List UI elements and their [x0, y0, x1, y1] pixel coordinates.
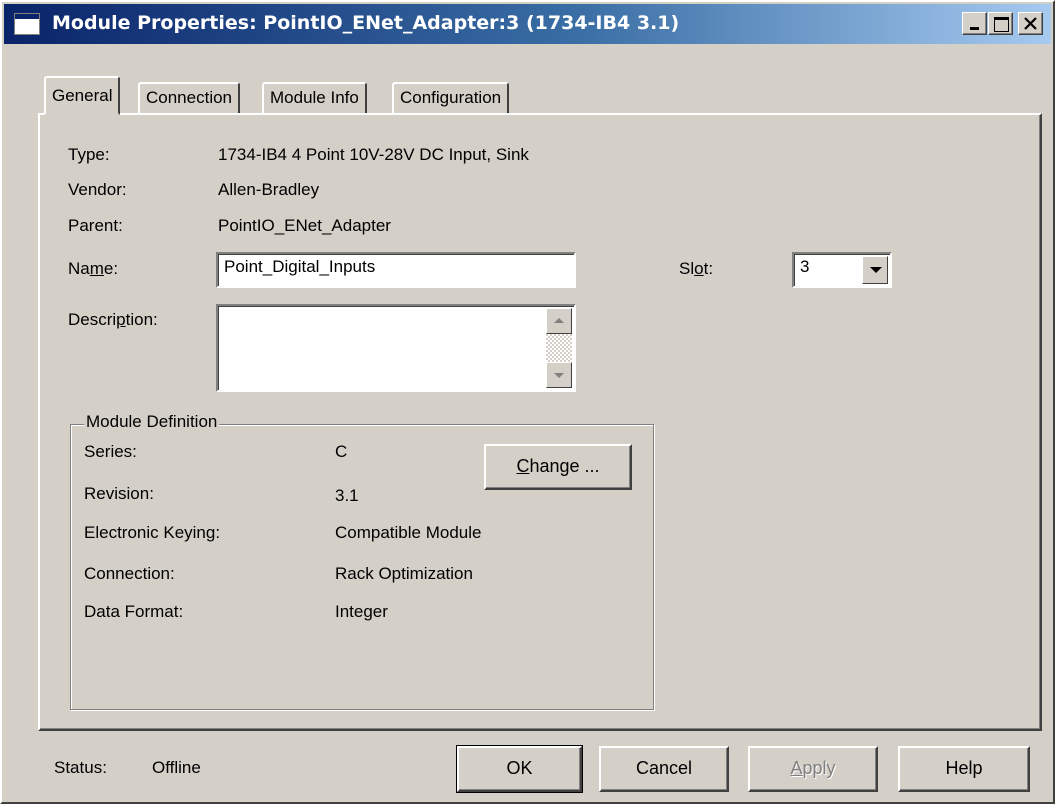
- cancel-button[interactable]: Cancel: [599, 746, 729, 792]
- electronic-keying-label: Electronic Keying:: [84, 523, 221, 542]
- type-label: Type:: [68, 145, 110, 164]
- close-icon: [1024, 17, 1037, 30]
- apply-button[interactable]: Apply: [748, 746, 878, 792]
- module-properties-dialog: Module Properties: PointIO_ENet_Adapter:…: [0, 0, 1055, 804]
- tab-general[interactable]: General: [44, 76, 121, 115]
- scroll-up-icon[interactable]: [546, 308, 572, 334]
- tab-module-info-label: Module Info: [270, 88, 359, 107]
- vendor-value: Allen-Bradley: [218, 180, 320, 199]
- ok-button[interactable]: OK: [456, 745, 583, 793]
- connection-label: Connection:: [84, 564, 175, 583]
- minimize-button[interactable]: [962, 12, 987, 35]
- series-label: Series:: [84, 442, 137, 461]
- scroll-down-icon[interactable]: [546, 362, 572, 388]
- vendor-label: Vendor:: [68, 180, 127, 199]
- parent-label: Parent:: [68, 216, 123, 235]
- help-button[interactable]: Help: [898, 746, 1030, 792]
- change-button[interactable]: Change ...: [484, 444, 632, 490]
- name-label: Name:: [68, 259, 119, 278]
- tab-configuration[interactable]: Configuration: [392, 82, 510, 115]
- description-textarea[interactable]: [216, 304, 576, 392]
- slot-select[interactable]: 3: [792, 252, 892, 288]
- close-button[interactable]: [1018, 12, 1043, 35]
- data-format-label: Data Format:: [84, 602, 184, 621]
- tab-configuration-label: Configuration: [400, 88, 502, 107]
- description-scrollbar[interactable]: [546, 308, 572, 388]
- name-input-value: Point_Digital_Inputs: [224, 257, 376, 276]
- window-title: Module Properties: PointIO_ENet_Adapter:…: [52, 12, 680, 34]
- status-label: Status:: [54, 758, 107, 777]
- maximize-button[interactable]: [988, 12, 1013, 35]
- revision-label: Revision:: [84, 484, 154, 503]
- electronic-keying-value: Compatible Module: [335, 523, 482, 542]
- window-icon: [14, 13, 40, 35]
- description-label: Description:: [68, 310, 158, 329]
- type-value: 1734-IB4 4 Point 10V-28V DC Input, Sink: [218, 145, 529, 164]
- title-bar[interactable]: Module Properties: PointIO_ENet_Adapter:…: [4, 4, 1051, 44]
- revision-value: 3.1: [335, 486, 359, 505]
- name-input[interactable]: Point_Digital_Inputs: [216, 252, 576, 288]
- connection-value: Rack Optimization: [335, 564, 473, 583]
- data-format-value: Integer: [335, 602, 388, 621]
- parent-value: PointIO_ENet_Adapter: [218, 216, 391, 235]
- status-value: Offline: [152, 758, 201, 777]
- tab-module-info[interactable]: Module Info: [262, 82, 367, 115]
- tab-connection-label: Connection: [146, 88, 233, 107]
- slot-select-value: 3: [800, 257, 810, 276]
- tab-general-label: General: [52, 86, 113, 105]
- chevron-down-icon[interactable]: [862, 256, 888, 284]
- tab-connection[interactable]: Connection: [138, 82, 241, 115]
- series-value: C: [335, 442, 348, 461]
- slot-label: Slot:: [679, 259, 714, 278]
- module-definition-legend: Module Definition: [84, 412, 220, 432]
